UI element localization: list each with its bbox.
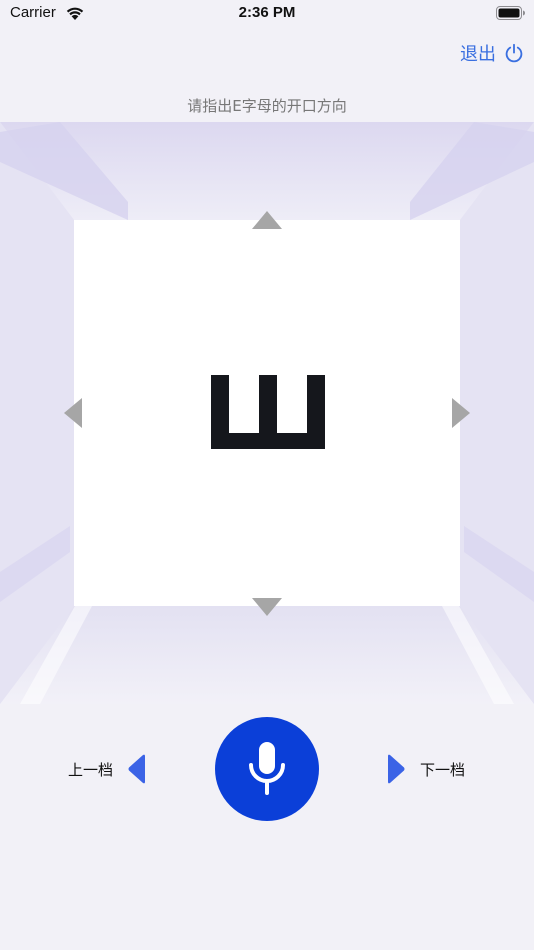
instruction-text: 请指出E字母的开口方向 xyxy=(187,97,347,115)
arrow-right-button[interactable] xyxy=(450,396,472,430)
prev-level-label: 上一档 xyxy=(68,760,114,779)
arrow-down-button[interactable] xyxy=(250,596,284,618)
battery-icon xyxy=(496,6,525,20)
microphone-button[interactable] xyxy=(215,717,319,821)
prev-level-button[interactable]: 上一档 xyxy=(68,754,147,784)
microphone-icon xyxy=(249,742,285,795)
power-icon xyxy=(505,43,523,63)
next-level-label: 下一档 xyxy=(420,760,466,779)
triangle-left-icon xyxy=(128,754,146,784)
next-level-button[interactable]: 下一档 xyxy=(386,754,465,784)
tumbling-e-optotype xyxy=(211,375,325,449)
status-time: 2:36 PM xyxy=(238,4,296,21)
exit-label: 退出 xyxy=(460,44,496,65)
triangle-right-icon xyxy=(388,754,405,784)
arrow-left-button[interactable] xyxy=(62,396,84,430)
status-bar: Carrier 2:36 PM xyxy=(0,0,534,28)
exit-button[interactable]: 退出 xyxy=(460,40,524,66)
arrow-up-button[interactable] xyxy=(250,209,284,231)
